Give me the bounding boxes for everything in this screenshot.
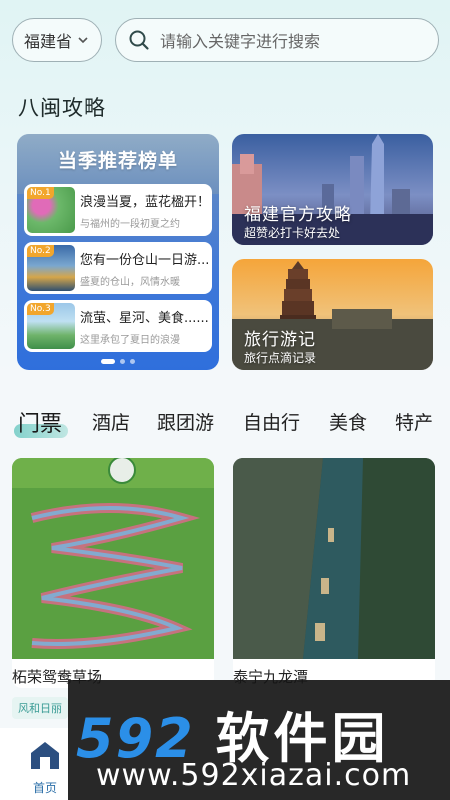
guide-card-travelogue[interactable]: 旅行游记 旅行点滴记录 [232,259,433,370]
ranking-item-name: 浪漫当夏，蓝花楹开！ [80,194,209,210]
ranking-item-desc: 盛夏的仓山，风情水暖 [80,276,180,288]
tab-group-tour[interactable]: 跟团游 [157,408,214,435]
site-watermark: 592 软件园 www.592xiazai.com [68,680,450,800]
chevron-down-icon [78,37,88,44]
ranking-item-desc: 这里承包了夏日的浪漫 [80,334,180,346]
search-input[interactable]: 请输入关键字进行搜索 [115,18,439,62]
section-title: 八闽攻略 [18,96,106,120]
province-selector[interactable]: 福建省 [12,18,102,62]
watermark-url: www.592xiazai.com [96,758,412,793]
product-card[interactable]: 柘荣鸳鸯草场 [12,458,214,688]
rank-number: No.2 [27,245,54,257]
rank-number: No.1 [27,187,54,199]
ranking-item-name: 您有一份仓山一日游... [80,252,209,268]
ranking-thumbnail: No.3 [27,303,75,349]
guide-subtitle: 超赞必打卡好去处 [244,226,341,240]
tab-food[interactable]: 美食 [329,408,367,435]
ranking-item[interactable]: No.1 浪漫当夏，蓝花楹开！ 与福州的一段初夏之约 [24,184,212,236]
category-tabs: 门票 酒店 跟团游 自由行 美食 特产 [0,398,450,438]
ranking-item-name: 流萤、星河、美食...... [80,310,209,326]
ranking-thumbnail: No.2 [27,245,75,291]
province-label: 福建省 [23,32,72,51]
carousel-dot [120,359,125,364]
ranking-thumbnail: No.1 [27,187,75,233]
tab-specialty[interactable]: 特产 [395,408,433,435]
ranking-item-desc: 与福州的一段初夏之约 [80,218,180,230]
ranking-card[interactable]: 当季推荐榜单 No.1 浪漫当夏，蓝花楹开！ 与福州的一段初夏之约 No.2 您… [17,134,219,370]
rank-number: No.3 [27,303,54,315]
home-icon[interactable] [27,737,63,773]
tab-hotel[interactable]: 酒店 [92,408,130,435]
tab-tickets[interactable]: 门票 [18,406,62,438]
guide-title: 旅行游记 [244,330,316,350]
search-placeholder: 请输入关键字进行搜索 [160,32,321,51]
product-tag: 风和日丽 [12,697,68,719]
tab-self-guided[interactable]: 自由行 [243,408,300,435]
ranking-item[interactable]: No.2 您有一份仓山一日游... 盛夏的仓山，风情水暖 [24,242,212,294]
product-card[interactable]: 泰宁九龙潭 [233,458,435,688]
search-icon [129,30,149,50]
carousel-dot-active [101,359,115,364]
ranking-title: 当季推荐榜单 [57,150,178,172]
guide-subtitle: 旅行点滴记录 [244,351,317,365]
guide-card-official[interactable]: 福建官方攻略 超赞必打卡好去处 [232,134,433,245]
guide-title: 福建官方攻略 [244,205,352,225]
ranking-item[interactable]: No.3 流萤、星河、美食...... 这里承包了夏日的浪漫 [24,300,212,352]
carousel-dots [17,359,219,364]
meadow-image [12,458,214,659]
gorge-river-image [233,458,435,659]
nav-home-label[interactable]: 首页 [33,779,57,796]
carousel-dot [130,359,135,364]
